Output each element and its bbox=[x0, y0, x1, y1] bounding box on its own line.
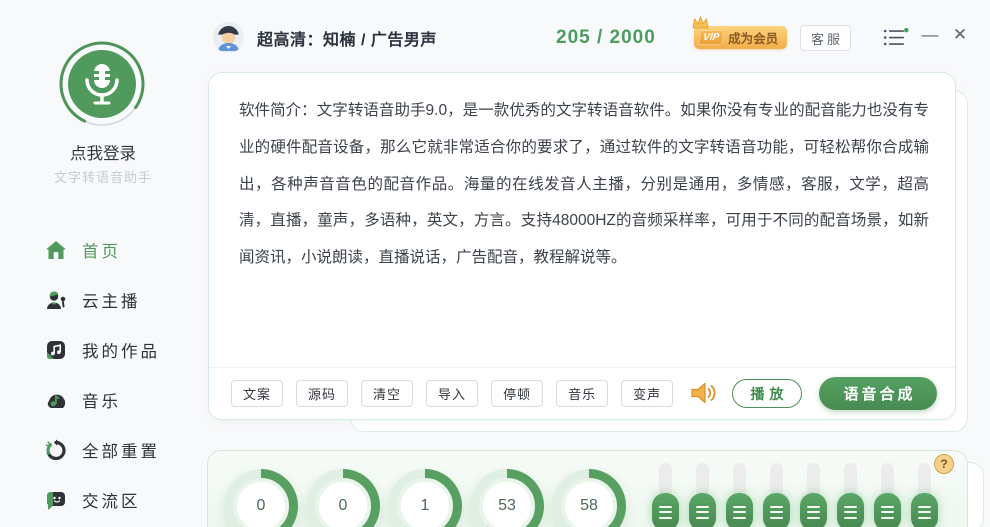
speaker-volume-button[interactable] bbox=[690, 381, 718, 405]
forum-icon bbox=[44, 488, 68, 512]
slider-handle[interactable] bbox=[837, 493, 864, 527]
char-usage-counter: 205 / 2000 bbox=[556, 27, 656, 48]
minimize-icon[interactable]: — bbox=[917, 22, 943, 48]
app-logo[interactable] bbox=[58, 40, 146, 128]
voice-avatar bbox=[213, 22, 244, 53]
knob-value: 0 bbox=[256, 497, 266, 514]
clear-button[interactable]: 清空 bbox=[361, 380, 414, 407]
knob-value: 0 bbox=[338, 497, 348, 514]
eq-slider[interactable] bbox=[689, 451, 716, 527]
knob-value: 1 bbox=[420, 497, 430, 514]
speaker-icon bbox=[691, 382, 716, 404]
pause-button[interactable]: 停顿 bbox=[491, 380, 544, 407]
music-icon bbox=[44, 388, 68, 412]
source-code-button[interactable]: 源码 bbox=[296, 380, 349, 407]
voice-change-button[interactable]: 变声 bbox=[621, 380, 674, 407]
editor-card: 软件简介：文字转语音助手9.0，是一款优秀的文字转语音软件。如果你没有专业的配音… bbox=[208, 72, 956, 420]
sidebar-item-reset-all[interactable]: 全部重置 bbox=[0, 425, 206, 475]
sidebar-item-label: 首页 bbox=[82, 243, 121, 261]
tts-app-window: 点我登录 文字转语音助手 首页 云主播 我的作品 音乐 全部重置 交流区 超高清… bbox=[0, 0, 990, 527]
eq-slider[interactable] bbox=[652, 451, 679, 527]
slider-handle[interactable] bbox=[874, 493, 901, 527]
support-button[interactable]: 客服 bbox=[800, 25, 851, 51]
eq-slider[interactable] bbox=[874, 451, 901, 527]
eq-slider[interactable] bbox=[837, 451, 864, 527]
knob-dial[interactable]: 0 bbox=[224, 469, 298, 527]
current-voice-chip[interactable]: 超高清：知楠 / 广告男声 bbox=[213, 22, 437, 53]
login-button[interactable]: 点我登录 bbox=[0, 140, 206, 164]
sidebar-menu: 首页 云主播 我的作品 音乐 全部重置 交流区 bbox=[0, 225, 206, 525]
tool-button-group: 文案 源码 清空 导入 停顿 音乐 变声 bbox=[231, 380, 674, 407]
sidebar-item-my-works[interactable]: 我的作品 bbox=[0, 325, 206, 375]
knob-dial[interactable]: 53 bbox=[470, 469, 544, 527]
copywriting-button[interactable]: 文案 bbox=[231, 380, 284, 407]
sidebar-item-cloud-anchor[interactable]: 云主播 bbox=[0, 275, 206, 325]
slider-handle[interactable] bbox=[911, 493, 938, 527]
equalizer-sliders bbox=[652, 451, 938, 527]
my-works-icon bbox=[44, 338, 68, 362]
vip-tag: VIP bbox=[697, 30, 725, 45]
sidebar-item-forum[interactable]: 交流区 bbox=[0, 475, 206, 525]
music-button[interactable]: 音乐 bbox=[556, 380, 609, 407]
vip-label: 成为会员 bbox=[728, 32, 779, 46]
mixer-panel: 0 0 1 53 58 ? bbox=[207, 450, 968, 527]
slider-handle[interactable] bbox=[726, 493, 753, 527]
reset-icon bbox=[44, 438, 68, 462]
voice-title: 超高清：知楠 / 广告男声 bbox=[257, 31, 437, 49]
sidebar-item-label: 云主播 bbox=[82, 293, 141, 311]
sidebar-item-label: 交流区 bbox=[82, 493, 141, 511]
sidebar-item-music[interactable]: 音乐 bbox=[0, 375, 206, 425]
vip-upgrade-button[interactable]: VIP 成为会员 bbox=[692, 15, 788, 49]
slider-handle[interactable] bbox=[652, 493, 679, 527]
app-subtitle: 文字转语音助手 bbox=[53, 170, 152, 185]
eq-slider[interactable] bbox=[800, 451, 827, 527]
knob-value: 53 bbox=[498, 497, 516, 514]
knob-dial[interactable]: 0 bbox=[306, 469, 380, 527]
knob-dial[interactable]: 58 bbox=[552, 469, 626, 527]
sidebar-item-home[interactable]: 首页 bbox=[0, 225, 206, 275]
home-icon bbox=[44, 238, 68, 262]
sidebar-item-label: 音乐 bbox=[82, 393, 121, 411]
editor-textarea[interactable]: 软件简介：文字转语音助手9.0，是一款优秀的文字转语音软件。如果你没有专业的配音… bbox=[239, 93, 929, 363]
editor-toolbar: 文案 源码 清空 导入 停顿 音乐 变声 播放 语音合成 bbox=[209, 367, 955, 419]
import-button[interactable]: 导入 bbox=[426, 380, 479, 407]
sidebar-item-label: 全部重置 bbox=[82, 443, 160, 461]
cloud-anchor-icon bbox=[44, 288, 68, 312]
microphone-logo-icon bbox=[59, 41, 145, 127]
eq-slider[interactable] bbox=[763, 451, 790, 527]
sidebar-item-label: 我的作品 bbox=[82, 343, 160, 361]
play-button[interactable]: 播放 bbox=[732, 379, 802, 408]
synthesize-button[interactable]: 语音合成 bbox=[819, 377, 937, 410]
eq-slider[interactable] bbox=[726, 451, 753, 527]
knob-dial[interactable]: 1 bbox=[388, 469, 462, 527]
close-icon[interactable]: ✕ bbox=[947, 22, 973, 48]
window-menu-icon[interactable] bbox=[883, 28, 909, 52]
slider-handle[interactable] bbox=[800, 493, 827, 527]
slider-handle[interactable] bbox=[689, 493, 716, 527]
slider-handle[interactable] bbox=[763, 493, 790, 527]
help-icon[interactable]: ? bbox=[934, 454, 954, 474]
knob-value: 58 bbox=[580, 497, 598, 514]
